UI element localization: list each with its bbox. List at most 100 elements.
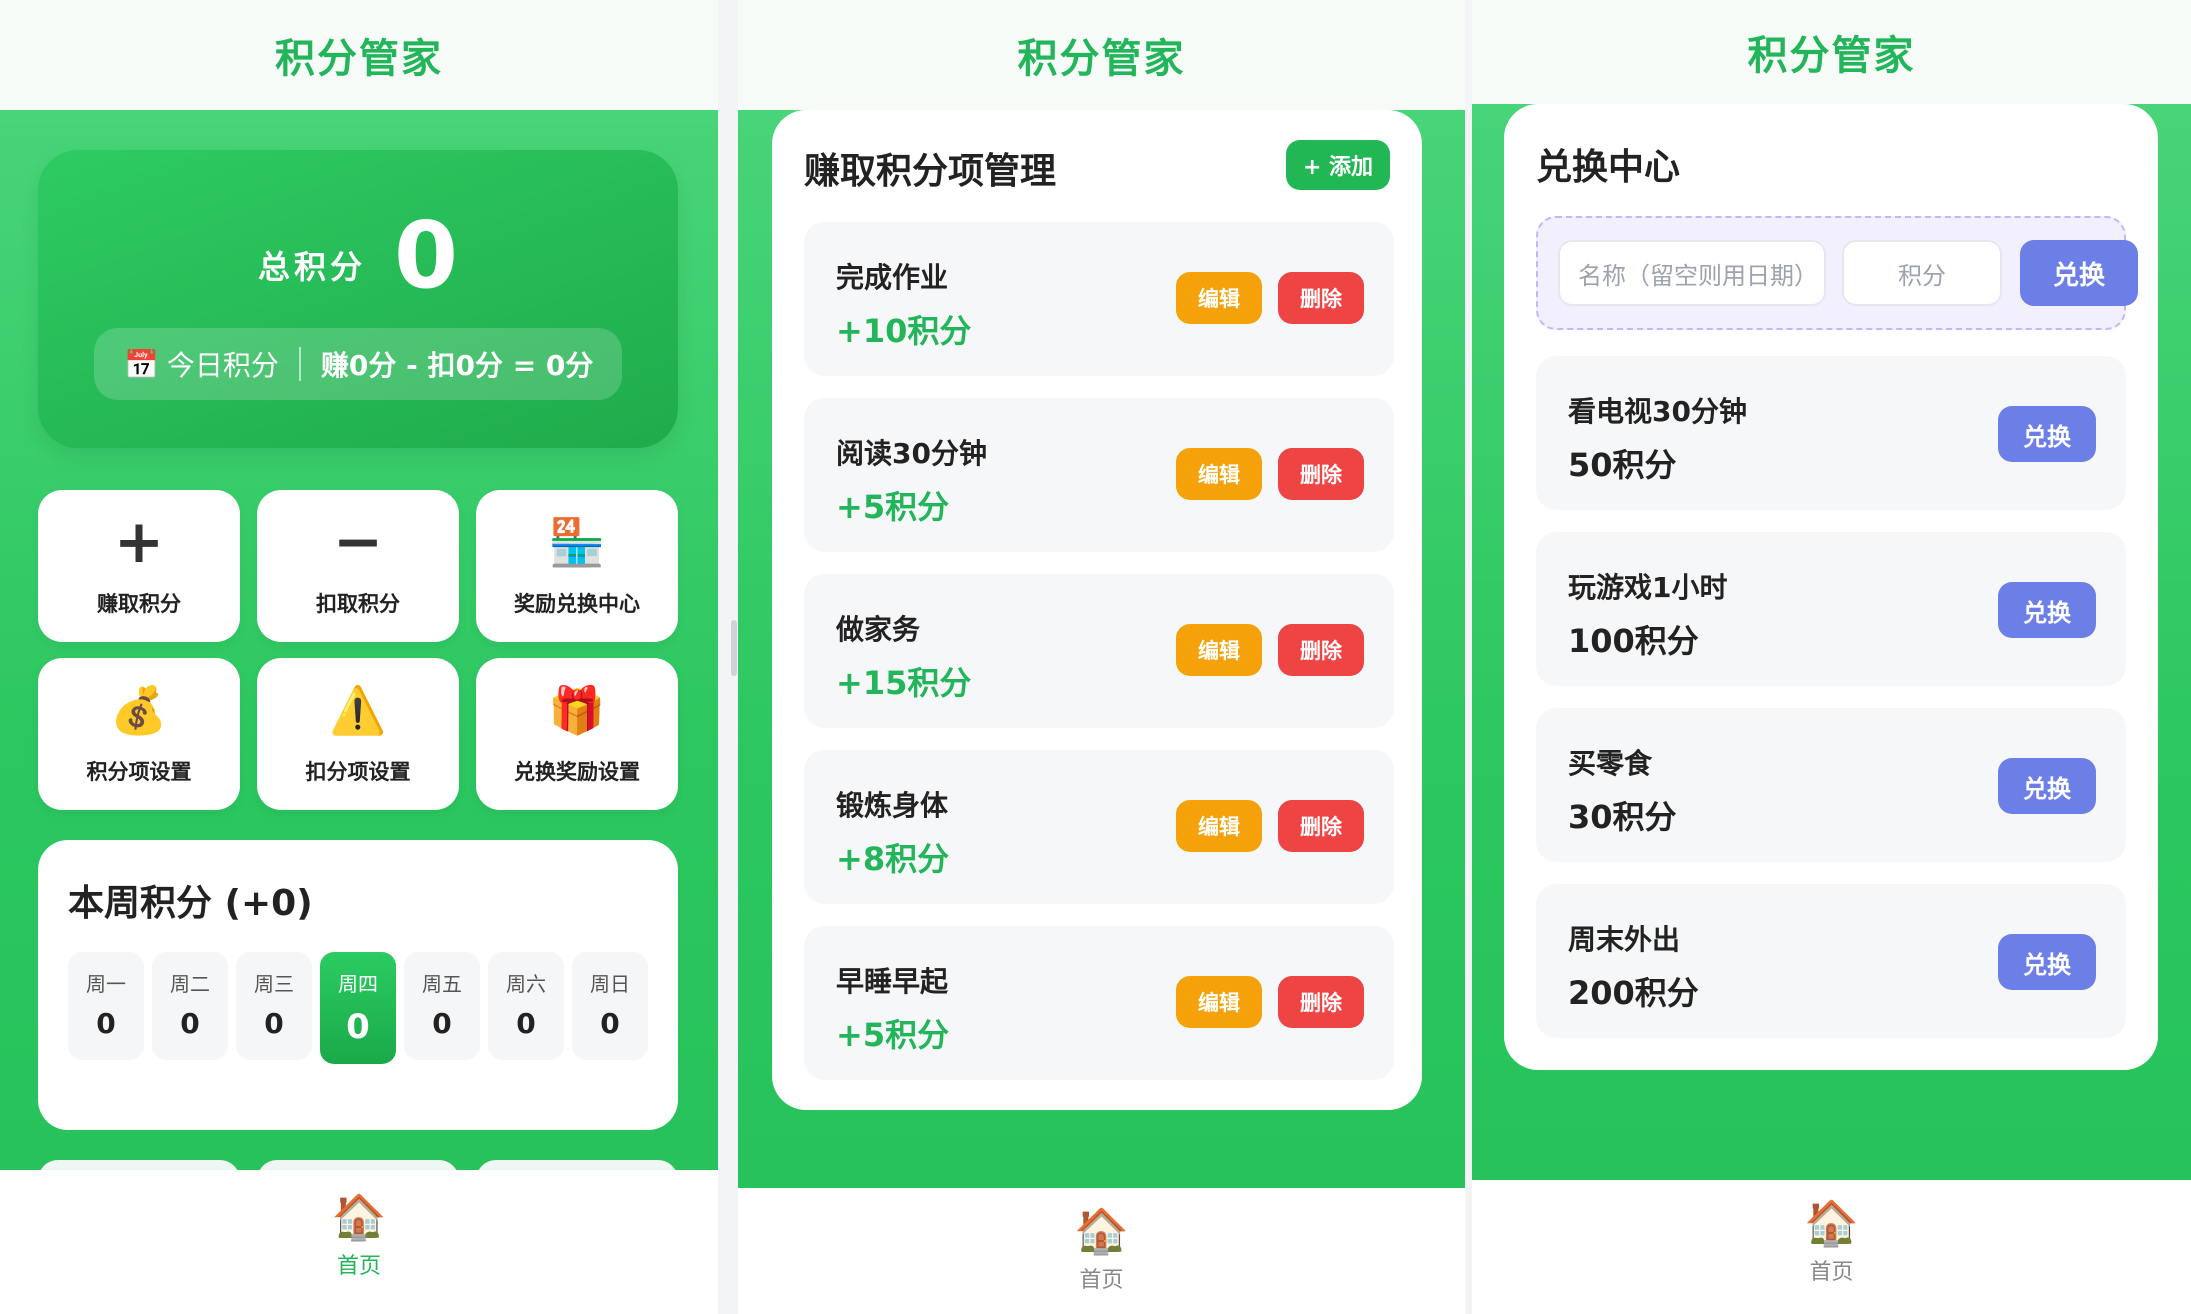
reward-cost: 30积分 xyxy=(1568,798,1677,836)
earn-item: 阅读30分钟 +5积分 编辑 删除 xyxy=(804,398,1394,552)
reward-item: 周末外出 200积分 兑换 xyxy=(1536,884,2126,1038)
earn-item-name: 锻炼身体 xyxy=(836,789,949,822)
house-icon[interactable]: 🏠 xyxy=(1804,1202,1859,1246)
day-name: 周四 xyxy=(338,972,378,996)
split-handle[interactable] xyxy=(731,620,737,676)
edit-button[interactable]: 编辑 xyxy=(1176,976,1262,1028)
day-points: 0 xyxy=(600,1007,620,1040)
redeem-button[interactable]: 兑换 xyxy=(1998,582,2096,638)
warning-icon: ⚠️ xyxy=(329,683,387,737)
tile-label: 扣分项设置 xyxy=(305,760,411,784)
divider xyxy=(298,347,301,381)
tile-label: 兑换奖励设置 xyxy=(514,760,640,784)
app-header: 积分管家 xyxy=(0,0,718,110)
earn-points-button[interactable]: + 赚取积分 xyxy=(38,490,240,642)
app-title: 积分管家 xyxy=(1747,33,1916,79)
delete-button[interactable]: 删除 xyxy=(1278,448,1364,500)
tile-label: 赚取积分 xyxy=(97,592,181,616)
edit-button[interactable]: 编辑 xyxy=(1176,624,1262,676)
house-icon[interactable]: 🏠 xyxy=(1074,1210,1129,1254)
today-points-label: 今日积分 xyxy=(166,349,279,382)
weekly-points-title: 本周积分 (+0) xyxy=(68,883,313,924)
today-points-formula: 赚0分 - 扣0分 = 0分 xyxy=(320,349,594,382)
redeem-button[interactable]: 兑换 xyxy=(1998,934,2096,990)
earn-items-panel: 赚取积分项管理 + 添加 完成作业 +10积分 编辑 删除 阅读30分钟 +5积… xyxy=(772,110,1422,1110)
nav-home-label[interactable]: 首页 xyxy=(1079,1262,1123,1294)
reward-settings-button[interactable]: 🎁 兑换奖励设置 xyxy=(476,658,678,810)
total-points-value: 0 xyxy=(394,202,459,309)
earn-item: 锻炼身体 +8积分 编辑 删除 xyxy=(804,750,1394,904)
bottom-nav: 🏠 首页 xyxy=(738,1188,1465,1314)
day-points: 0 xyxy=(516,1007,536,1040)
delete-button[interactable]: 删除 xyxy=(1278,976,1364,1028)
gift-icon: 🎁 xyxy=(548,683,606,737)
day-name: 周一 xyxy=(86,972,126,996)
reward-name: 看电视30分钟 xyxy=(1568,395,1747,428)
home-screen: 积分管家 总积分 0 📅 今日积分 赚0分 - 扣0分 = 0分 + 赚取积分 … xyxy=(0,0,718,1314)
earn-item: 完成作业 +10积分 编辑 删除 xyxy=(804,222,1394,376)
delete-button[interactable]: 删除 xyxy=(1278,624,1364,676)
add-item-button[interactable]: + 添加 xyxy=(1286,140,1390,190)
day-mon[interactable]: 周一 0 xyxy=(68,952,144,1060)
reward-item: 买零食 30积分 兑换 xyxy=(1536,708,2126,862)
day-points: 0 xyxy=(264,1007,284,1040)
tile-label: 积分项设置 xyxy=(86,760,192,784)
reward-name: 买零食 xyxy=(1568,747,1653,780)
earn-manage-screen: 积分管家 赚取积分项管理 + 添加 完成作业 +10积分 编辑 删除 阅读30分… xyxy=(738,0,1465,1314)
reward-name: 玩游戏1小时 xyxy=(1568,571,1728,604)
day-sun[interactable]: 周日 0 xyxy=(572,952,648,1060)
earn-item-points: +10积分 xyxy=(836,312,972,350)
reward-item: 看电视30分钟 50积分 兑换 xyxy=(1536,356,2126,510)
earn-items-title: 赚取积分项管理 xyxy=(804,151,1057,192)
house-icon[interactable]: 🏠 xyxy=(332,1196,387,1240)
redeem-button[interactable]: 兑换 xyxy=(1998,758,2096,814)
day-points: 0 xyxy=(346,1007,370,1047)
redeem-panel: 兑换中心 名称（留空则用日期） 积分 兑换 看电视30分钟 50积分 兑换 玩游… xyxy=(1504,104,2158,1070)
nav-home-label[interactable]: 首页 xyxy=(337,1248,381,1280)
deduct-items-settings-button[interactable]: ⚠️ 扣分项设置 xyxy=(257,658,459,810)
reward-cost: 100积分 xyxy=(1568,622,1699,660)
bottom-nav: 🏠 首页 xyxy=(1472,1180,2191,1314)
minus-icon: − xyxy=(332,507,384,577)
app-header: 积分管家 xyxy=(738,0,1465,110)
earn-item-points: +5积分 xyxy=(836,488,950,526)
earn-item-name: 做家务 xyxy=(836,613,921,646)
earn-item-points: +5积分 xyxy=(836,1016,950,1054)
day-name: 周三 xyxy=(254,972,294,996)
day-points: 0 xyxy=(432,1007,452,1040)
reward-name: 周末外出 xyxy=(1568,923,1681,956)
bottom-nav: 🏠 首页 xyxy=(0,1170,718,1314)
app-title: 积分管家 xyxy=(1017,36,1186,82)
tile-label: 奖励兑换中心 xyxy=(514,592,640,616)
total-points-label: 总积分 xyxy=(257,248,366,286)
delete-button[interactable]: 删除 xyxy=(1278,272,1364,324)
custom-redeem-button[interactable]: 兑换 xyxy=(2020,240,2138,306)
day-points: 0 xyxy=(96,1007,116,1040)
earn-items-settings-button[interactable]: 💰 积分项设置 xyxy=(38,658,240,810)
edit-button[interactable]: 编辑 xyxy=(1176,448,1262,500)
day-sat[interactable]: 周六 0 xyxy=(488,952,564,1060)
day-tue[interactable]: 周二 0 xyxy=(152,952,228,1060)
calendar-icon: 📅 xyxy=(124,347,159,381)
day-wed[interactable]: 周三 0 xyxy=(236,952,312,1060)
day-points: 0 xyxy=(180,1007,200,1040)
delete-button[interactable]: 删除 xyxy=(1278,800,1364,852)
earn-item-name: 早睡早起 xyxy=(836,965,949,998)
redeem-title: 兑换中心 xyxy=(1536,147,1681,188)
redeem-name-input[interactable]: 名称（留空则用日期） xyxy=(1558,240,1826,306)
nav-home-label[interactable]: 首页 xyxy=(1809,1254,1853,1286)
day-thu-active[interactable]: 周四 0 xyxy=(320,952,396,1064)
day-fri[interactable]: 周五 0 xyxy=(404,952,480,1060)
deduct-points-button[interactable]: − 扣取积分 xyxy=(257,490,459,642)
redeem-button[interactable]: 兑换 xyxy=(1998,406,2096,462)
money-bag-icon: 💰 xyxy=(110,683,168,737)
day-name: 周二 xyxy=(170,972,210,996)
weekly-points-card: 本周积分 (+0) 周一 0 周二 0 周三 0 周四 0 周五 0 周六 0 周日 0 xyxy=(38,840,678,1130)
edit-button[interactable]: 编辑 xyxy=(1176,800,1262,852)
edit-button[interactable]: 编辑 xyxy=(1176,272,1262,324)
redeem-screen: 积分管家 兑换中心 名称（留空则用日期） 积分 兑换 看电视30分钟 50积分 … xyxy=(1472,0,2191,1314)
redeem-points-input[interactable]: 积分 xyxy=(1842,240,2002,306)
earn-item-points: +15积分 xyxy=(836,664,972,702)
reward-exchange-center-button[interactable]: 🏪 奖励兑换中心 xyxy=(476,490,678,642)
weekday-list: 周一 0 周二 0 周三 0 周四 0 周五 0 周六 0 周日 0 xyxy=(68,952,648,1064)
